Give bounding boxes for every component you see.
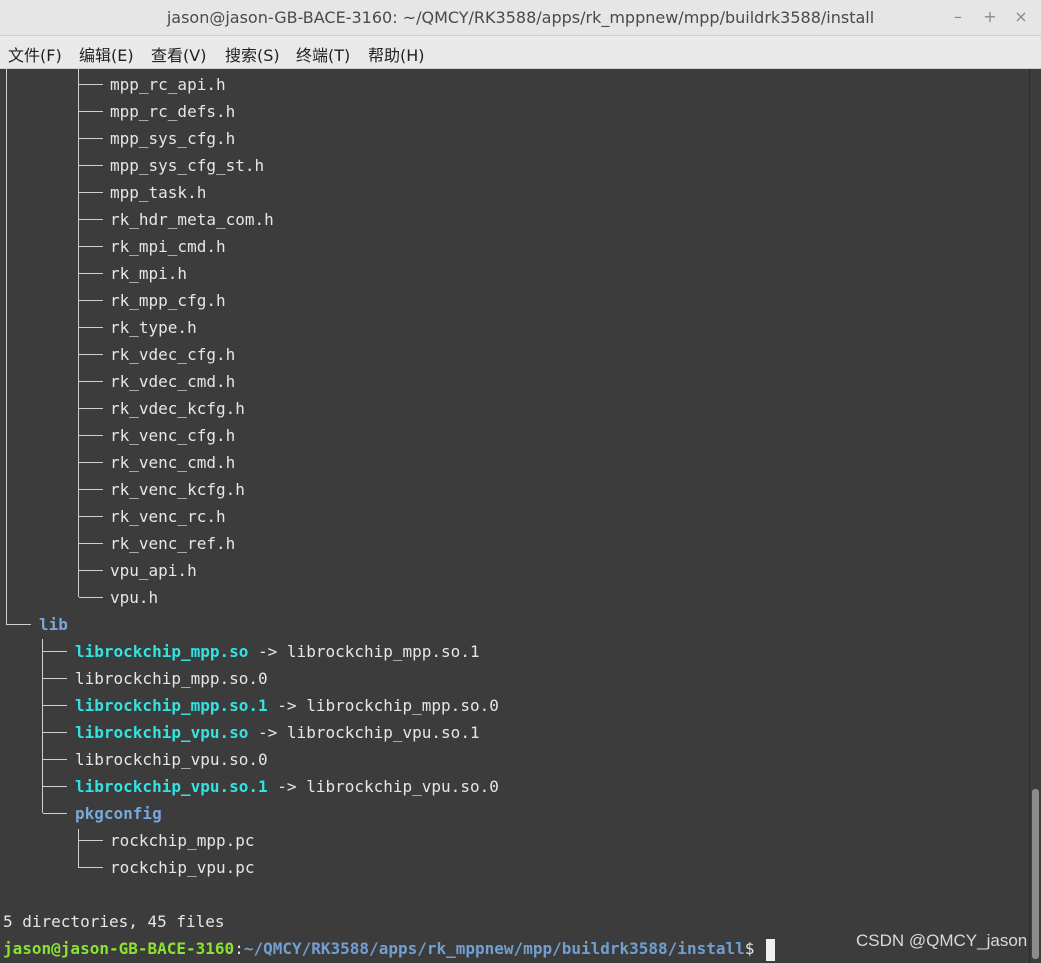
tree-branch xyxy=(79,111,103,112)
tree-dir-lib: lib xyxy=(39,615,68,634)
title-bar: jason@jason-GB-BACE-3160: ~/QMCY/RK3588/… xyxy=(0,0,1041,36)
tree-file: rk_venc_ref.h xyxy=(110,534,236,553)
tree-dir-pkgconfig: pkgconfig xyxy=(75,804,162,823)
tree-branch xyxy=(79,381,103,382)
tree-symlink: librockchip_mpp.so -> librockchip_mpp.so… xyxy=(75,642,480,661)
tree-branch xyxy=(79,354,103,355)
maximize-button[interactable]: + xyxy=(980,6,1000,28)
window-title: jason@jason-GB-BACE-3160: ~/QMCY/RK3588/… xyxy=(166,8,875,27)
scrollbar-thumb[interactable] xyxy=(1032,789,1039,959)
tree-branch xyxy=(79,219,103,220)
tree-symlink: librockchip_vpu.so.1 -> librockchip_vpu.… xyxy=(75,777,499,796)
text-cursor xyxy=(766,938,776,961)
scrollbar[interactable] xyxy=(1029,69,1041,963)
tree-branch-lib xyxy=(6,624,31,625)
summary-line: 5 directories, 45 files xyxy=(3,912,225,931)
tree-file: rk_venc_rc.h xyxy=(110,507,226,526)
tree-branch xyxy=(79,327,103,328)
tree-branch xyxy=(79,84,103,85)
tree-branch xyxy=(79,543,103,544)
prompt-colon: : xyxy=(234,939,244,958)
tree-branch xyxy=(79,246,103,247)
tree-branch xyxy=(79,867,103,868)
watermark: CSDN @QMCY_jason xyxy=(856,931,1028,950)
tree-file: rk_type.h xyxy=(110,318,197,337)
tree-file: rk_venc_cfg.h xyxy=(110,426,236,445)
tree-file: librockchip_vpu.so.0 xyxy=(75,750,268,769)
tree-guide-include xyxy=(78,69,79,597)
tree-branch xyxy=(79,462,103,463)
tree-branch xyxy=(79,516,103,517)
tree-file: rk_venc_kcfg.h xyxy=(110,480,245,499)
tree-file: rk_hdr_meta_com.h xyxy=(110,210,274,229)
menu-help[interactable]: 帮助(H) xyxy=(368,42,425,66)
tree-guide-root xyxy=(6,69,7,624)
tree-branch xyxy=(79,840,103,841)
menu-edit[interactable]: 编辑(E) xyxy=(79,42,134,66)
tree-file: rk_venc_cmd.h xyxy=(110,453,236,472)
tree-file: rockchip_mpp.pc xyxy=(110,831,255,850)
close-button[interactable]: × xyxy=(1011,6,1031,28)
tree-branch xyxy=(43,786,67,787)
tree-branch xyxy=(79,489,103,490)
tree-branch xyxy=(43,651,67,652)
tree-branch xyxy=(79,273,103,274)
tree-file: librockchip_mpp.so.0 xyxy=(75,669,268,688)
tree-branch xyxy=(79,138,103,139)
tree-file: rk_vdec_cmd.h xyxy=(110,372,236,391)
tree-file: mpp_sys_cfg.h xyxy=(110,129,236,148)
tree-branch xyxy=(43,678,67,679)
tree-branch xyxy=(79,570,103,571)
tree-file: mpp_sys_cfg_st.h xyxy=(110,156,265,175)
tree-file: mpp_task.h xyxy=(110,183,207,202)
tree-guide-pkgconfig xyxy=(78,829,79,868)
tree-file: vpu_api.h xyxy=(110,561,197,580)
tree-file: mpp_rc_defs.h xyxy=(110,102,236,121)
tree-file: rk_mpi_cmd.h xyxy=(110,237,226,256)
tree-branch xyxy=(43,759,67,760)
tree-file: rk_vdec_kcfg.h xyxy=(110,399,245,418)
tree-branch xyxy=(79,165,103,166)
menu-terminal[interactable]: 终端(T) xyxy=(296,42,350,66)
tree-branch xyxy=(79,408,103,409)
tree-branch xyxy=(43,732,67,733)
menu-view[interactable]: 查看(V) xyxy=(151,42,206,66)
tree-branch xyxy=(79,597,103,598)
tree-file: vpu.h xyxy=(110,588,159,607)
tree-file: rk_vdec_cfg.h xyxy=(110,345,236,364)
prompt-symbol: $ xyxy=(744,939,755,958)
shell-prompt[interactable]: jason@jason-GB-BACE-3160:~/QMCY/RK3588/a… xyxy=(3,935,776,962)
tree-branch xyxy=(79,192,103,193)
tree-symlink: librockchip_mpp.so.1 -> librockchip_mpp.… xyxy=(75,696,499,715)
minimize-button[interactable]: – xyxy=(948,6,968,28)
tree-symlink: librockchip_vpu.so -> librockchip_vpu.so… xyxy=(75,723,480,742)
tree-branch xyxy=(79,300,103,301)
tree-file: mpp_rc_api.h xyxy=(110,75,226,94)
tree-file: rk_mpi.h xyxy=(110,264,188,283)
tree-branch xyxy=(43,705,67,706)
tree-branch xyxy=(79,435,103,436)
menu-file[interactable]: 文件(F) xyxy=(8,42,62,66)
tree-file: rk_mpp_cfg.h xyxy=(110,291,226,310)
menu-bar: 文件(F) 编辑(E) 查看(V) 搜索(S) 终端(T) 帮助(H) xyxy=(0,36,1041,69)
tree-branch xyxy=(43,813,67,814)
prompt-path: ~/QMCY/RK3588/apps/rk_mppnew/mpp/buildrk… xyxy=(243,939,745,958)
prompt-user-host: jason@jason-GB-BACE-3160 xyxy=(3,939,235,958)
tree-file: rockchip_vpu.pc xyxy=(110,858,255,877)
menu-search[interactable]: 搜索(S) xyxy=(225,42,280,66)
